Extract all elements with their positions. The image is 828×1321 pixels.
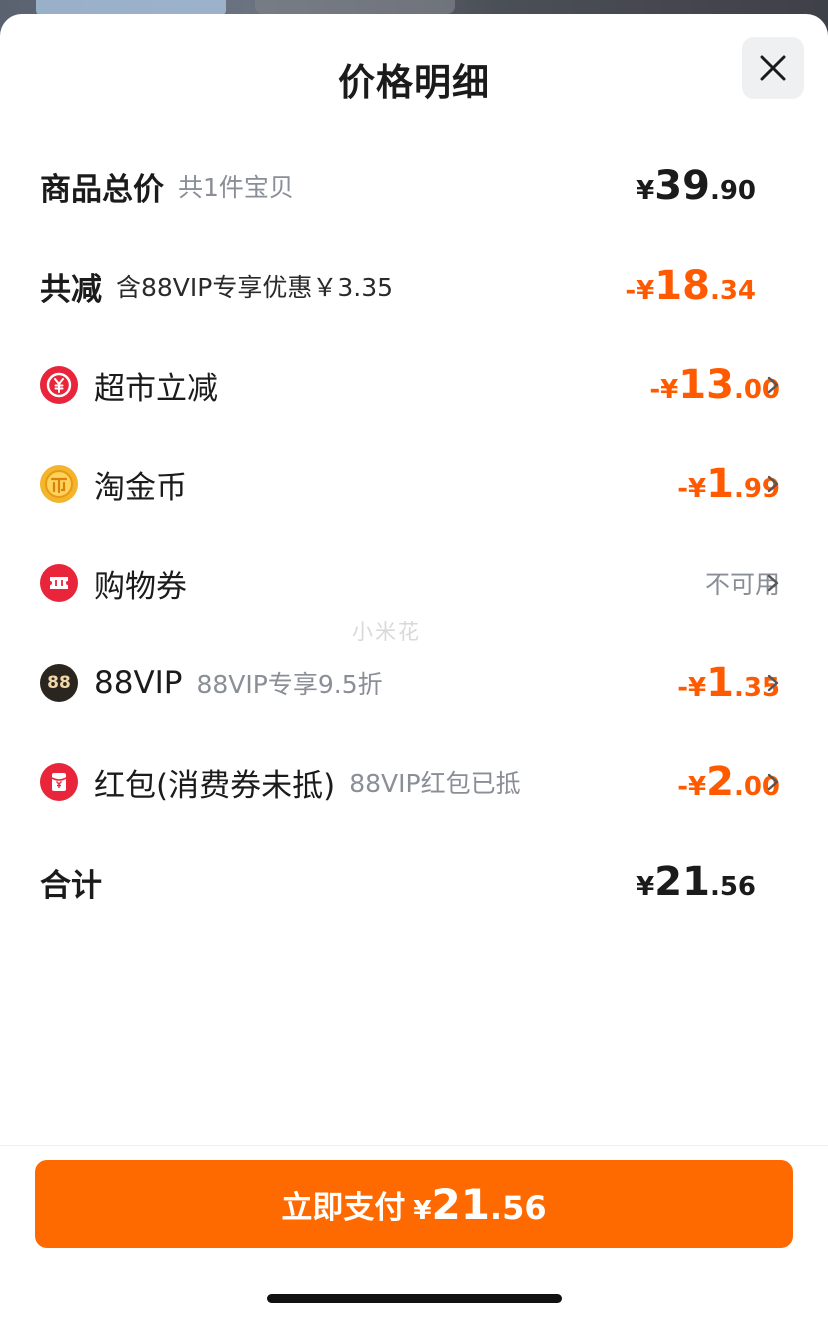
- home-indicator[interactable]: [267, 1294, 562, 1303]
- discount-total-label: 共减: [40, 271, 102, 308]
- price-detail-sheet: 价格明细 商品总价 共1件宝贝 ¥39.90 共减 含88VIP专享优惠￥3.3…: [0, 14, 828, 1321]
- subtotal-amount: ¥39.90: [636, 163, 756, 209]
- subtotal-label: 商品总价: [40, 171, 164, 208]
- total-amount: ¥21.56: [636, 859, 756, 905]
- taojinbi-label: 淘金币: [94, 469, 187, 506]
- close-button[interactable]: [742, 37, 804, 99]
- pay-now-amount: ¥21.56: [413, 1179, 547, 1229]
- yen-coupon-icon: [40, 366, 78, 404]
- row-supermarket-discount[interactable]: 超市立减 -¥ 13.00: [0, 350, 828, 420]
- 88vip-note: 88VIP专享9.5折: [196, 670, 383, 699]
- discount-total-amount: -¥ 18.34: [625, 263, 756, 309]
- pay-now-button[interactable]: 立即支付 ¥21.56: [35, 1160, 793, 1248]
- chevron-right-icon: [767, 773, 779, 791]
- row-red-packet[interactable]: 红包(消费券未抵) 88VIP红包已抵 -¥ 2.00: [0, 747, 828, 817]
- shopping-voucher-label: 购物券: [94, 568, 187, 605]
- item-count-text: 共1件宝贝: [178, 173, 294, 202]
- row-discount-total: 共减 含88VIP专享优惠￥3.35 -¥ 18.34: [0, 251, 828, 321]
- chevron-right-icon: [767, 475, 779, 493]
- watermark-text: 小米花: [352, 620, 421, 644]
- footer-divider: [0, 1145, 828, 1146]
- ticket-icon: [40, 564, 78, 602]
- row-total: 合计 ¥21.56: [0, 847, 828, 917]
- supermarket-discount-label: 超市立减: [94, 370, 218, 407]
- gold-coin-icon: [40, 465, 78, 503]
- supermarket-discount-amount: -¥ 13.00: [649, 362, 780, 408]
- vip-discount-note: 含88VIP专享优惠￥3.35: [116, 273, 394, 302]
- total-label: 合计: [40, 867, 102, 904]
- red-packet-icon: [40, 763, 78, 801]
- chevron-right-icon: [767, 376, 779, 394]
- chevron-right-icon: [767, 574, 779, 592]
- red-packet-note: 88VIP红包已抵: [349, 769, 521, 798]
- 88vip-icon: 88: [40, 664, 78, 702]
- row-taojinbi[interactable]: 淘金币 -¥ 1.99: [0, 449, 828, 519]
- 88vip-label: 88VIP: [94, 665, 183, 701]
- pay-now-label: 立即支付: [281, 1189, 406, 1226]
- sheet-title: 价格明细: [338, 61, 490, 104]
- background-thumbnail: [255, 0, 455, 14]
- row-shopping-voucher[interactable]: 购物券 不可用: [0, 548, 828, 618]
- chevron-right-icon: [767, 674, 779, 692]
- row-88vip[interactable]: 88 88VIP 88VIP专享9.5折 -¥ 1.35: [0, 648, 828, 718]
- close-icon: [760, 55, 786, 81]
- red-packet-label: 红包(消费券未抵): [94, 767, 336, 804]
- row-subtotal: 商品总价 共1件宝贝 ¥39.90: [0, 151, 828, 221]
